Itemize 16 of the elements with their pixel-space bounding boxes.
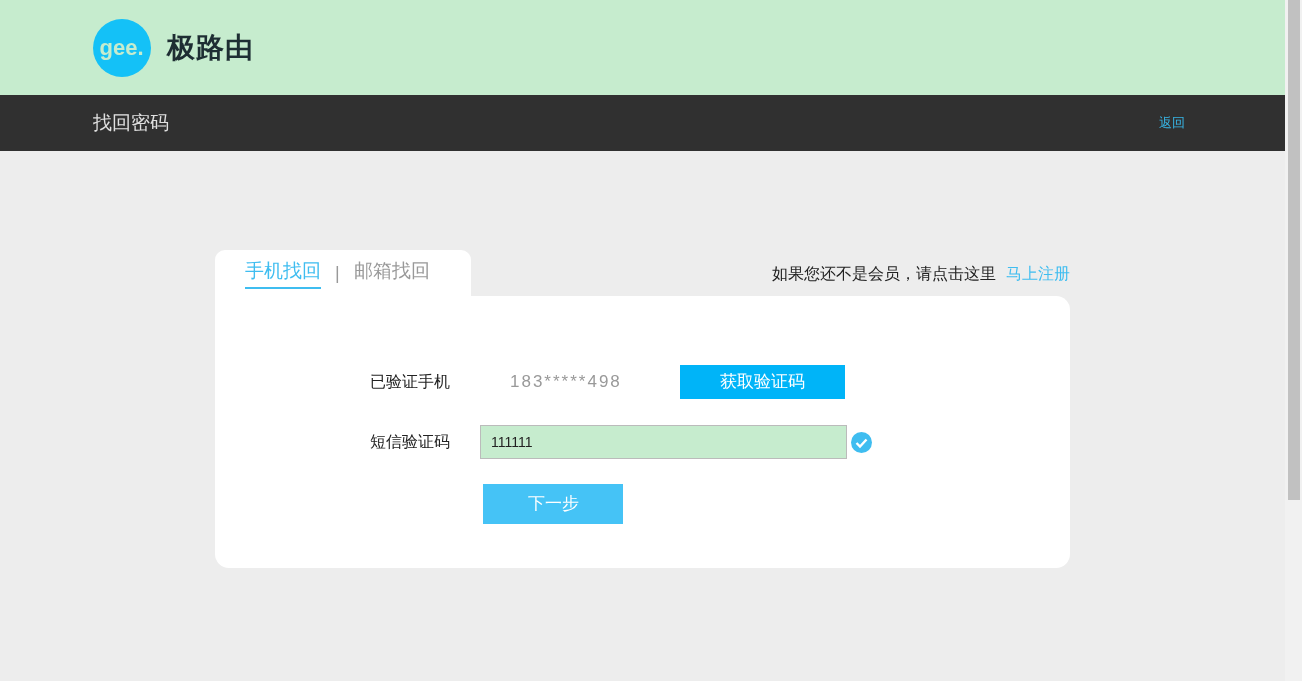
tab[interactable]: 邮箱找回: [353, 256, 430, 290]
back-link[interactable]: 返回: [1158, 113, 1185, 133]
brand-name: 极路由: [166, 30, 255, 65]
scrollbar[interactable]: [1285, 0, 1302, 681]
logo: gee.: [92, 18, 151, 77]
get-code-button[interactable]: 获取验证码: [680, 365, 845, 399]
next-button[interactable]: 下一步: [483, 484, 623, 524]
code-input[interactable]: 111111: [480, 425, 847, 459]
tab-separator: |: [335, 261, 340, 285]
register-link[interactable]: 马上注册: [1006, 262, 1070, 286]
page-title: 找回密码: [92, 110, 169, 135]
phone-number: 183*****498: [510, 371, 623, 394]
code-label: 短信验证码: [370, 432, 451, 452]
phone-label: 已验证手机: [370, 372, 451, 392]
tab[interactable]: 手机找回: [245, 256, 321, 290]
register-prompt: 如果您还不是会员，请点击这里: [772, 264, 996, 284]
